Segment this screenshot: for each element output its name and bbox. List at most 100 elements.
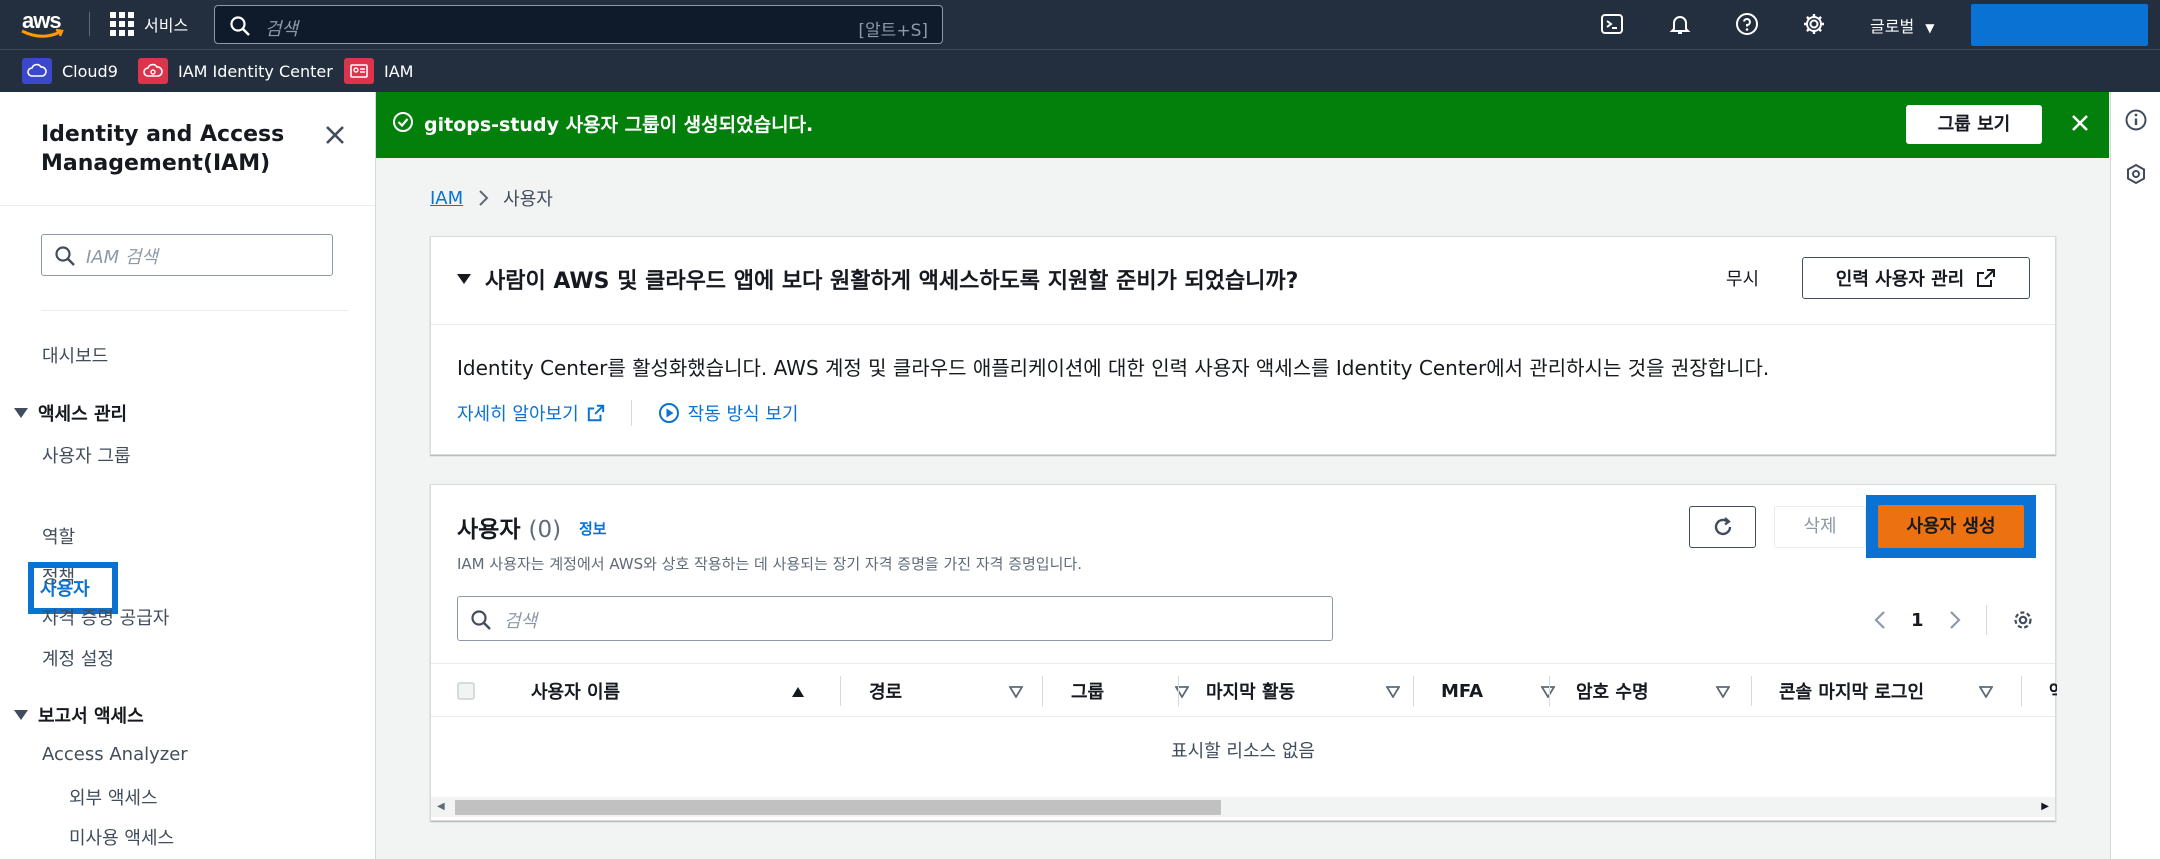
info-card-header[interactable]: 사람이 AWS 및 클라우드 앱에 보다 원활하게 액세스하도록 지원할 준비가… <box>457 263 1298 295</box>
scroll-right-icon[interactable]: ▶ <box>2041 801 2049 812</box>
button-label: 인력 사용자 관리 <box>1835 269 1965 290</box>
how-it-works-link[interactable]: 작동 방식 보기 <box>658 400 798 426</box>
favorite-iam[interactable]: IAM <box>344 57 413 85</box>
favorite-cloud9[interactable]: Cloud9 <box>22 57 118 85</box>
column-divider <box>1178 676 1179 706</box>
sidebar-item-roles[interactable]: 역할 <box>42 523 75 549</box>
tools-panel <box>2110 92 2160 859</box>
delete-button[interactable]: 삭제 <box>1774 506 1866 548</box>
help-icon[interactable] <box>1735 12 1759 36</box>
grid-icon <box>110 12 134 36</box>
column-divider <box>1413 676 1414 706</box>
chevron-right-icon <box>479 190 489 206</box>
link-label: 자세히 알아보기 <box>457 404 579 425</box>
column-header-console-last-signin[interactable]: 콘솔 마지막 로그인 <box>1779 664 2009 718</box>
section-header: 액세스 관리 <box>38 404 128 425</box>
current-page[interactable]: 1 <box>1911 610 1924 631</box>
column-divider <box>2021 676 2022 706</box>
dismiss-button[interactable]: 무시 <box>1726 265 1759 291</box>
close-icon[interactable] <box>2069 112 2091 134</box>
breadcrumb-iam-link[interactable]: IAM <box>430 188 463 209</box>
caret-down-icon: ▼ <box>1925 21 1935 35</box>
sidebar-item-user-groups[interactable]: 사용자 그룹 <box>42 442 131 468</box>
search-icon <box>471 610 491 630</box>
sidebar-item-policies[interactable]: 정책 <box>42 563 75 589</box>
column-header-username[interactable]: 사용자 이름 <box>531 664 821 718</box>
scrollbar-thumb[interactable] <box>455 800 1221 815</box>
learn-more-link[interactable]: 자세히 알아보기 <box>457 400 605 426</box>
horizontal-scrollbar[interactable]: ◀ ▶ <box>431 797 2055 817</box>
services-menu-button[interactable]: 서비스 <box>110 10 188 38</box>
column-label: 경로 <box>869 682 903 703</box>
column-header-path[interactable]: 경로 <box>869 664 1039 718</box>
column-label: 암호 수명 <box>1576 682 1649 703</box>
gear-icon[interactable] <box>1802 12 1826 36</box>
region-selector[interactable]: 글로벌 ▼ <box>1870 13 1935 37</box>
users-table-title: 사용자 (0) <box>457 510 561 544</box>
sidebar-item-dashboard[interactable]: 대시보드 <box>42 342 108 368</box>
table-header-row: 사용자 이름 경로 그룹 마지막 활동 MFA 암호 수명 콘솔 마지막 로그인 <box>431 663 2057 718</box>
hexagon-icon[interactable] <box>2124 162 2148 186</box>
users-search-input[interactable]: 검색 <box>457 596 1333 641</box>
users-table-card: 사용자 (0) 정보 IAM 사용자는 계정에서 AWS와 상호 작용하는 데 … <box>430 484 2057 821</box>
info-link[interactable]: 정보 <box>579 518 607 539</box>
scroll-left-icon[interactable]: ◀ <box>437 801 445 812</box>
sidebar-item-access-analyzer[interactable]: Access Analyzer <box>42 744 188 765</box>
favorites-bar: Cloud9 IAM Identity Center IAM <box>0 49 2160 92</box>
column-divider <box>840 676 841 706</box>
breadcrumb: IAM 사용자 <box>430 185 553 211</box>
column-header-access-key[interactable]: 액 <box>2049 664 2057 718</box>
divider <box>1985 605 1987 635</box>
global-search-input[interactable]: 검색 [알트+S] <box>214 5 943 44</box>
favorite-iam-identity-center[interactable]: IAM Identity Center <box>138 57 333 85</box>
caret-down-icon <box>14 710 28 720</box>
aws-smile-icon <box>21 28 64 38</box>
select-all-checkbox[interactable] <box>457 682 475 700</box>
manage-workforce-users-button[interactable]: 인력 사용자 관리 <box>1802 257 2030 299</box>
info-icon[interactable] <box>2124 108 2148 132</box>
gear-icon[interactable] <box>2011 608 2035 632</box>
sidebar-section-access-management[interactable]: 액세스 관리 <box>14 400 127 426</box>
column-label: MFA <box>1441 680 1484 702</box>
divider <box>41 310 348 311</box>
sidebar-item-account-settings[interactable]: 계정 설정 <box>42 645 114 671</box>
aws-logo[interactable]: aws <box>20 8 68 40</box>
create-user-button[interactable]: 사용자 생성 <box>1878 505 2024 548</box>
sidebar-item-external-access[interactable]: 외부 액세스 <box>69 784 158 810</box>
users-count: (0) <box>528 517 562 543</box>
sidebar-title: Identity and Access Management(IAM) <box>41 122 285 176</box>
close-icon[interactable] <box>322 122 348 148</box>
cloudshell-icon[interactable] <box>1600 12 1624 36</box>
refresh-button[interactable] <box>1689 506 1756 548</box>
column-header-mfa[interactable]: MFA <box>1441 664 1571 718</box>
chevron-right-icon[interactable] <box>1948 609 1962 631</box>
side-navigation: Identity and Access Management(IAM) IAM … <box>0 92 376 859</box>
account-menu-button[interactable] <box>1971 4 2148 46</box>
sort-ascending-icon <box>792 687 804 697</box>
column-header-password-age[interactable]: 암호 수명 <box>1576 664 1746 718</box>
iam-search-input[interactable]: IAM 검색 <box>41 234 333 276</box>
empty-state-text: 표시할 리소스 없음 <box>1171 741 1315 762</box>
region-label: 글로벌 <box>1870 17 1915 36</box>
favorite-label: IAM Identity Center <box>178 61 333 81</box>
bell-icon[interactable] <box>1668 12 1692 36</box>
column-header-last-activity[interactable]: 마지막 활동 <box>1206 664 1416 718</box>
column-label: 콘솔 마지막 로그인 <box>1779 682 1925 703</box>
success-flash-banner: gitops-study 사용자 그룹이 생성되었습니다. 그룹 보기 <box>376 92 2109 158</box>
sort-icon <box>1386 686 1400 698</box>
chevron-left-icon[interactable] <box>1873 609 1887 631</box>
column-divider <box>1751 676 1752 706</box>
identity-center-icon <box>138 58 168 84</box>
view-group-button[interactable]: 그룹 보기 <box>1906 105 2042 144</box>
sidebar-section-report-access[interactable]: 보고서 액세스 <box>14 702 144 728</box>
column-header-groups[interactable]: 그룹 <box>1071 664 1206 718</box>
banner-message: gitops-study 사용자 그룹이 생성되었습니다. <box>424 114 814 136</box>
pagination: 1 <box>1873 605 2035 635</box>
sidebar-item-unused-access[interactable]: 미사용 액세스 <box>69 824 174 850</box>
sidebar-item-identity-providers[interactable]: 자격 증명 공급자 <box>42 604 169 630</box>
sort-icon <box>1009 686 1023 698</box>
success-check-icon <box>393 112 413 132</box>
users-search-placeholder: 검색 <box>504 611 538 632</box>
topbar-divider <box>89 12 90 36</box>
sort-icon <box>1541 686 1555 698</box>
